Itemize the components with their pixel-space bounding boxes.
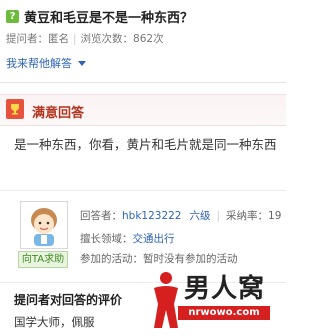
- answerer-level[interactable]: 六级: [189, 210, 210, 222]
- watermark-url: nrwowo.com: [178, 306, 270, 320]
- chevron-down-icon[interactable]: [78, 60, 86, 66]
- adopt-rate-label: 采纳率：: [226, 210, 269, 222]
- answerer-name-link[interactable]: hbk123222: [122, 210, 181, 222]
- help-answer-label[interactable]: 我来帮他解答: [6, 55, 72, 71]
- question-mark-icon: ?: [6, 9, 19, 23]
- activity-row: 参加的活动：暂时没有参加的活动: [80, 251, 238, 266]
- section-divider: [0, 82, 286, 83]
- views-count: 862次: [133, 33, 164, 45]
- adopt-rate-value: 19: [268, 210, 282, 222]
- answerer-info-row: 回答者：hbk123222 六级 | 采纳率：19: [80, 208, 281, 223]
- help-answer-link[interactable]: 我来帮他解答: [6, 55, 86, 71]
- question-meta: 提问者：匿名 | 浏览次数：862次: [6, 31, 164, 46]
- watermark-figure-icon: [154, 272, 178, 328]
- best-answer-title: 满意回答: [32, 106, 85, 121]
- avatar[interactable]: [20, 201, 68, 249]
- meta-separator: |: [73, 33, 77, 45]
- best-answer-text: 是一种东西，你看，黄片和毛片就是同一种东西: [14, 137, 277, 152]
- info-separator: |: [216, 210, 221, 222]
- specialty-label: 擅长领域：: [80, 233, 133, 245]
- specialty-row: 擅长领域：交通出行: [80, 231, 175, 246]
- best-answer-header: 满意回答: [0, 94, 286, 126]
- question-title: 黄豆和毛豆是不是一种东西？: [24, 10, 194, 26]
- activity-value: 暂时没有参加的活动: [143, 253, 238, 265]
- evaluation-text: 国学大师，佩服: [14, 315, 95, 329]
- specialty-link[interactable]: 交通出行: [133, 233, 175, 245]
- asker-label: 提问者：: [6, 33, 48, 45]
- evaluation-title: 提问者对回答的评价: [14, 293, 123, 307]
- watermark-name: 男人窝: [184, 274, 266, 304]
- activity-label: 参加的活动：: [80, 253, 143, 265]
- ask-for-help-button[interactable]: 向TA求助: [18, 251, 68, 268]
- asker-name: 匿名: [48, 33, 69, 45]
- watermark-logo: 男人窝 nrwowo.com: [148, 268, 286, 336]
- views-label: 浏览次数：: [80, 33, 134, 45]
- answerer-label: 回答者：: [80, 210, 122, 222]
- trophy-icon: [6, 99, 24, 119]
- question-header: ? 黄豆和毛豆是不是一种东西？: [6, 8, 194, 26]
- answer-divider: [0, 190, 286, 191]
